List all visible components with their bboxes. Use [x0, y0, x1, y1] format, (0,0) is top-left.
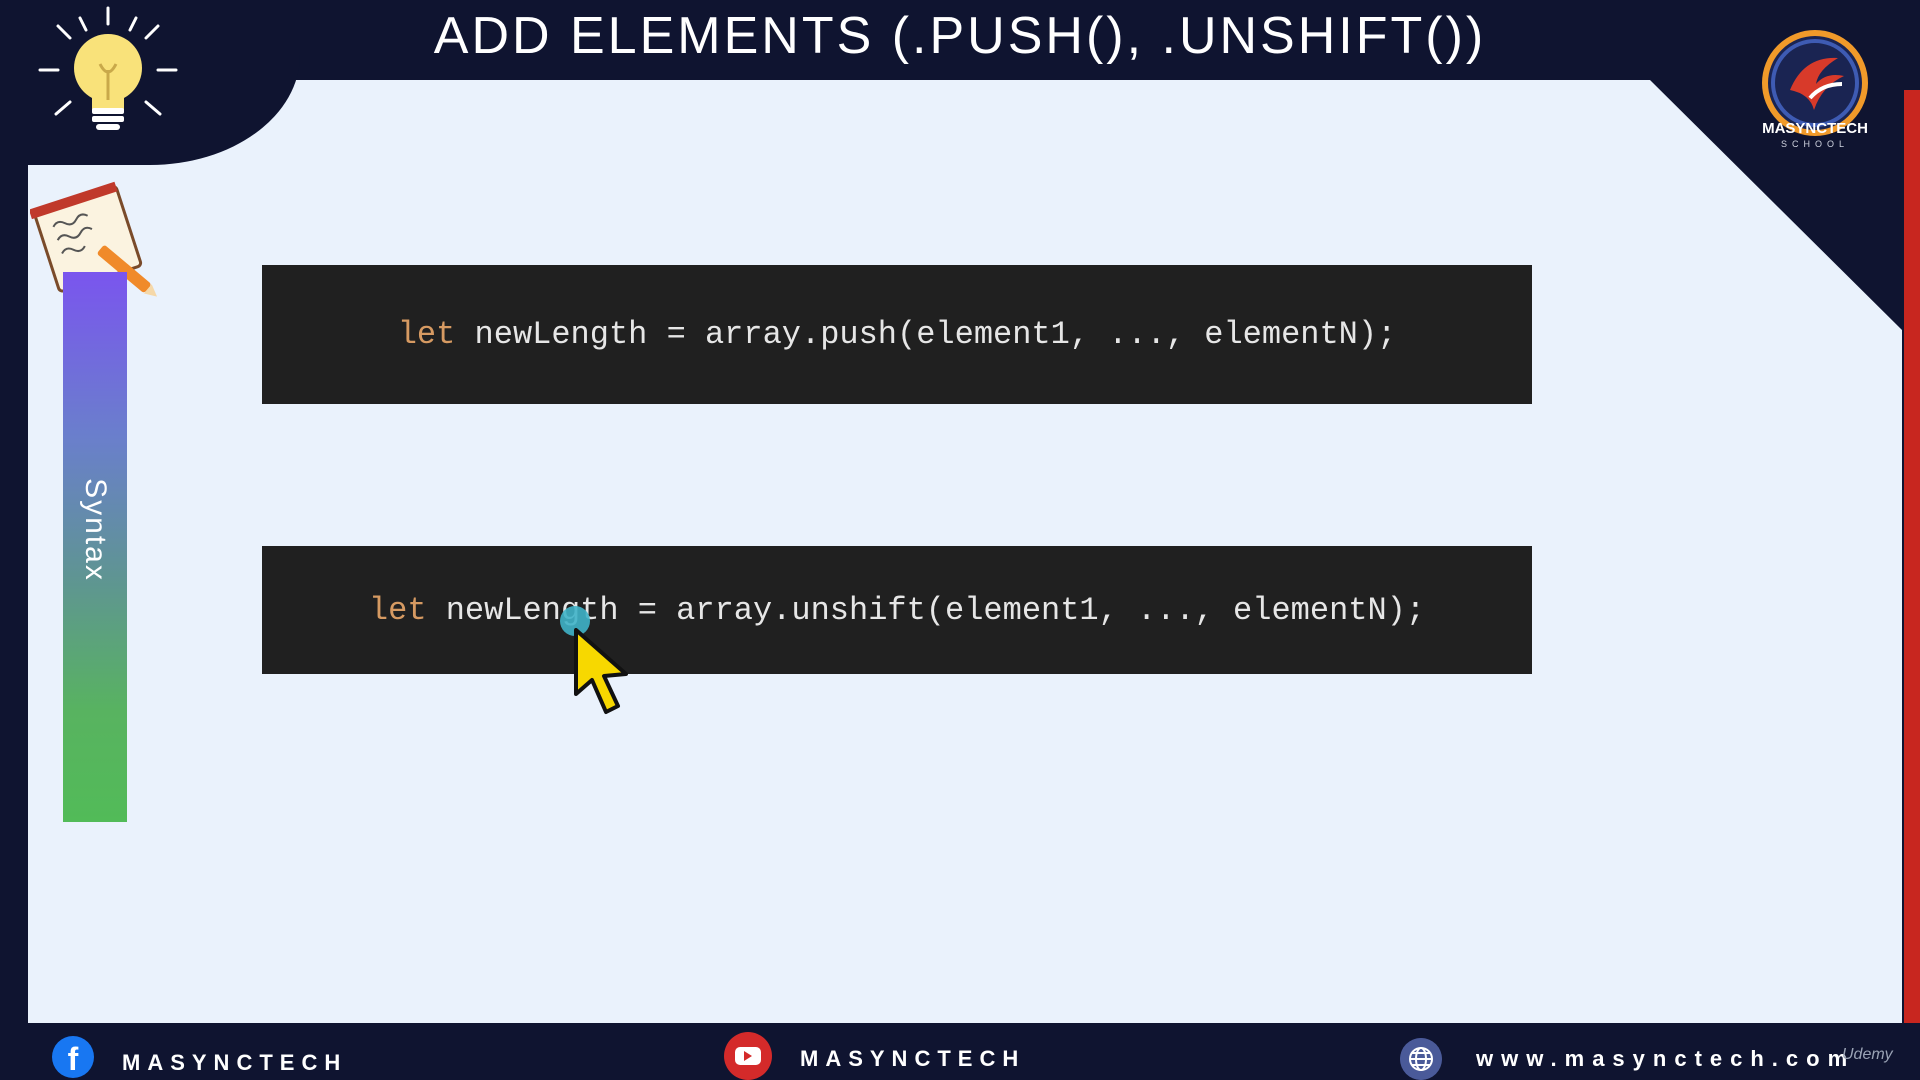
youtube-link[interactable]: MASYNCTECH [800, 1046, 1025, 1072]
udemy-watermark: Udemy [1842, 1046, 1893, 1063]
logo-name: MASYNCTECH [1762, 120, 1868, 137]
facebook-link[interactable]: MASYNCTECH [122, 1050, 347, 1076]
facebook-icon[interactable]: f [52, 1036, 94, 1078]
syntax-label-wrap: Syntax [63, 478, 127, 582]
code-keyword: let [397, 316, 456, 353]
code-text: newLength = array.push(element1, ..., el… [455, 316, 1397, 353]
youtube-icon[interactable] [724, 1032, 772, 1080]
code-block-unshift: let newLength = array.unshift(element1, … [262, 546, 1532, 674]
code-keyword: let [368, 591, 427, 629]
globe-icon[interactable] [1400, 1038, 1442, 1080]
website-link[interactable]: www.masynctech.com [1476, 1046, 1855, 1072]
mouse-cursor-icon [574, 628, 628, 714]
right-accent-bar [1904, 90, 1920, 1025]
logo-subtitle: SCHOOL [1780, 139, 1849, 149]
syntax-label: Syntax [79, 478, 112, 582]
page-title: ADD ELEMENTS (.PUSH(), .UNSHIFT()) [433, 7, 1487, 65]
code-block-push: let newLength = array.push(element1, ...… [262, 265, 1532, 404]
